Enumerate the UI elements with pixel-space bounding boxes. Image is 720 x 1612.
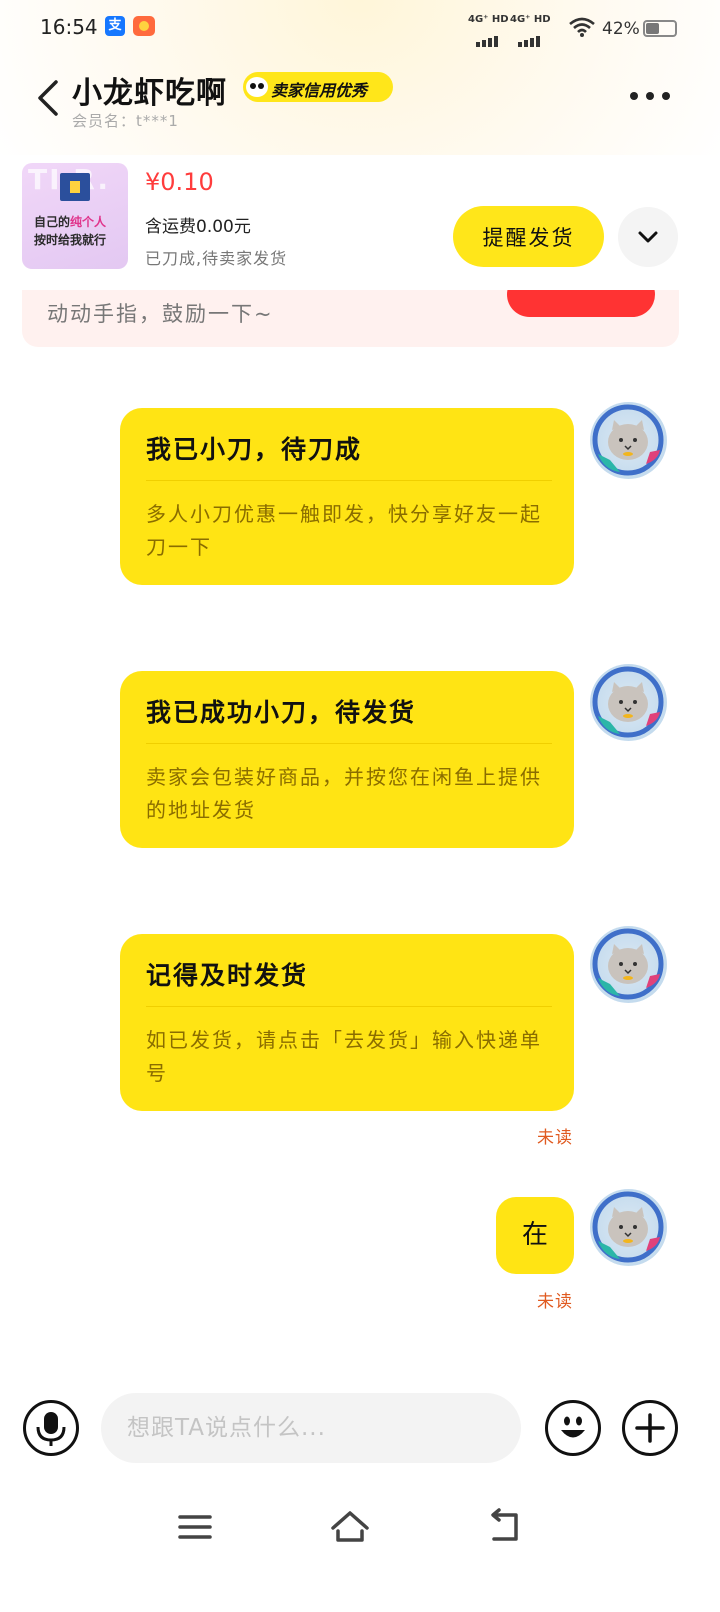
credit-badge[interactable]: 卖家信用优秀 xyxy=(243,72,393,102)
plus-icon xyxy=(635,1413,665,1443)
signal-label: 4G⁺ HD xyxy=(510,14,551,25)
smiley-icon xyxy=(561,1416,585,1438)
tip-text: 动动手指，鼓励一下~ xyxy=(47,302,274,326)
message-body: 如已发货，请点击「去发货」输入快递单号 xyxy=(146,1028,542,1085)
thumb-line-1: 自己的纯个人 xyxy=(34,215,107,229)
unread-status: 未读 xyxy=(537,1292,573,1312)
message-title: 记得及时发货 xyxy=(146,961,309,990)
cat-astronaut-icon xyxy=(592,404,664,476)
input-bar xyxy=(0,1380,720,1480)
message-input[interactable] xyxy=(101,1393,521,1463)
back-nav-icon[interactable] xyxy=(480,1502,530,1552)
signal-icon: 4G⁺ HD xyxy=(510,14,551,47)
battery-icon xyxy=(643,20,677,37)
avatar[interactable] xyxy=(590,926,667,1003)
message-body: 多人小刀优惠一触即发，快分享好友一起刀一下 xyxy=(146,502,542,559)
back-icon[interactable] xyxy=(34,78,62,118)
status-bar: 16:54 支 4G⁺ HD 4G⁺ HD 42% xyxy=(0,0,720,56)
add-button[interactable] xyxy=(622,1400,678,1456)
message-body: 卖家会包装好商品，并按您在闲鱼上提供的地址发货 xyxy=(146,765,542,822)
divider xyxy=(146,480,552,481)
emoji-button[interactable] xyxy=(545,1400,601,1456)
product-thumbnail[interactable]: TI R. 自己的纯个人 按时给我就行 xyxy=(22,163,128,269)
divider xyxy=(146,743,552,744)
product-card[interactable]: TI R. 自己的纯个人 按时给我就行 ¥0.10 含运费0.00元 已刀成,待… xyxy=(0,155,720,290)
cat-astronaut-icon xyxy=(592,1191,664,1263)
microphone-icon xyxy=(36,1412,66,1446)
chevron-down-icon xyxy=(638,231,658,243)
text-message[interactable]: 在 xyxy=(496,1197,574,1274)
avatar[interactable] xyxy=(590,1189,667,1266)
status-time: 16:54 xyxy=(40,15,98,39)
cat-astronaut-icon xyxy=(592,666,664,738)
member-label: 会员名：t***1 xyxy=(72,112,179,130)
message-title: 我已成功小刀，待发货 xyxy=(146,698,417,727)
avatar[interactable] xyxy=(590,402,667,479)
unread-status: 未读 xyxy=(537,1128,573,1148)
seller-name[interactable]: 小龙虾吃啊 xyxy=(72,68,227,112)
remind-ship-button[interactable]: 提醒发货 xyxy=(453,206,604,267)
thumb-line-2: 按时给我就行 xyxy=(34,233,107,247)
eyes-icon xyxy=(246,77,268,97)
product-price: ¥0.10 xyxy=(145,168,214,196)
credit-badge-label: 卖家信用优秀 xyxy=(271,81,368,100)
voice-button[interactable] xyxy=(23,1400,79,1456)
expand-button[interactable] xyxy=(618,207,678,267)
message-card[interactable]: 记得及时发货 如已发货，请点击「去发货」输入快递单号 xyxy=(120,934,574,1111)
product-shipping: 含运费0.00元 xyxy=(145,217,251,237)
cat-astronaut-icon xyxy=(592,928,664,1000)
system-nav-bar xyxy=(0,1490,720,1570)
thumb-mini-image xyxy=(60,173,90,201)
signal-icon: 4G⁺ HD xyxy=(468,14,509,47)
more-icon[interactable] xyxy=(628,90,672,104)
wifi-icon xyxy=(569,17,595,37)
divider xyxy=(146,1006,552,1007)
home-icon[interactable] xyxy=(325,1502,375,1552)
message-title: 我已小刀，待刀成 xyxy=(146,435,363,464)
signal-label: 4G⁺ HD xyxy=(468,14,509,25)
order-status: 已刀成,待卖家发货 xyxy=(145,249,288,268)
notification-app-icon xyxy=(133,16,155,36)
alipay-icon: 支 xyxy=(105,16,125,36)
message-card[interactable]: 我已成功小刀，待发货 卖家会包装好商品，并按您在闲鱼上提供的地址发货 xyxy=(120,671,574,848)
message-card[interactable]: 我已小刀，待刀成 多人小刀优惠一触即发，快分享好友一起刀一下 xyxy=(120,408,574,585)
battery-percent: 42% xyxy=(602,19,640,39)
avatar[interactable] xyxy=(590,664,667,741)
menu-icon[interactable] xyxy=(170,1502,220,1552)
